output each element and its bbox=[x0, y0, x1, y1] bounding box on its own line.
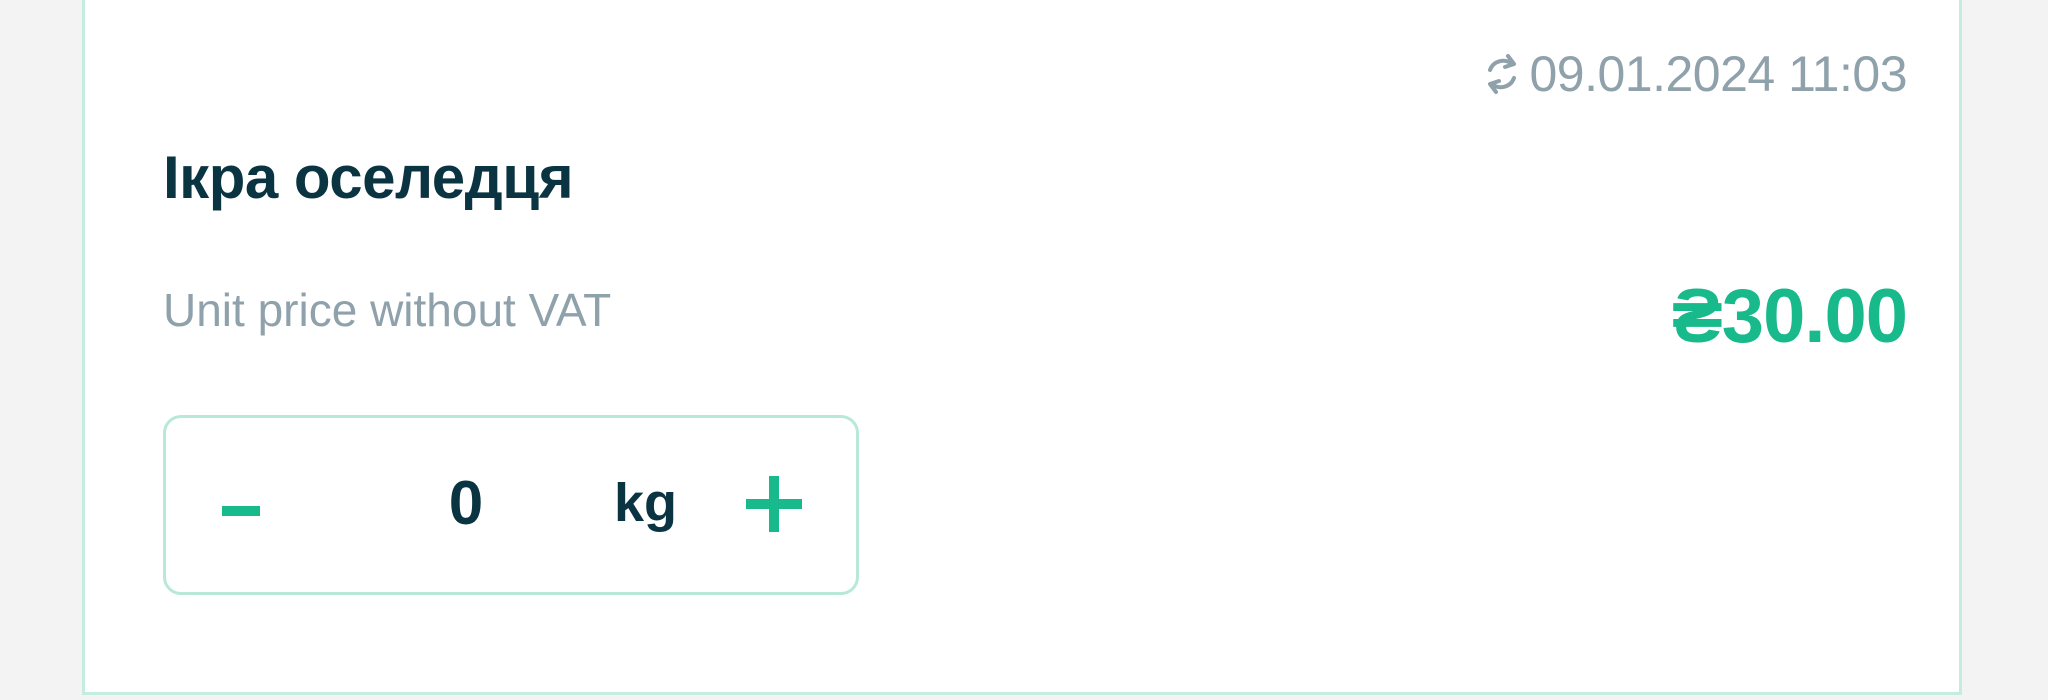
unit-price: ₴30.00 bbox=[1672, 274, 1908, 359]
product-card: 09.01.2024 11:03 Ікра оселедця Unit pric… bbox=[82, 0, 1962, 695]
refresh-icon bbox=[1479, 49, 1525, 99]
product-title: Ікра оселедця bbox=[163, 144, 574, 211]
updated-timestamp: 09.01.2024 11:03 bbox=[1529, 46, 1907, 102]
price-label: Unit price without VAT bbox=[163, 284, 612, 336]
quantity-unit: kg bbox=[614, 473, 678, 533]
minus-icon bbox=[222, 506, 260, 516]
increase-button[interactable] bbox=[746, 476, 802, 532]
quantity-stepper: kg bbox=[163, 415, 859, 595]
decrease-button[interactable] bbox=[222, 482, 260, 534]
last-updated: 09.01.2024 11:03 bbox=[1479, 45, 1907, 103]
quantity-input[interactable] bbox=[426, 468, 506, 539]
